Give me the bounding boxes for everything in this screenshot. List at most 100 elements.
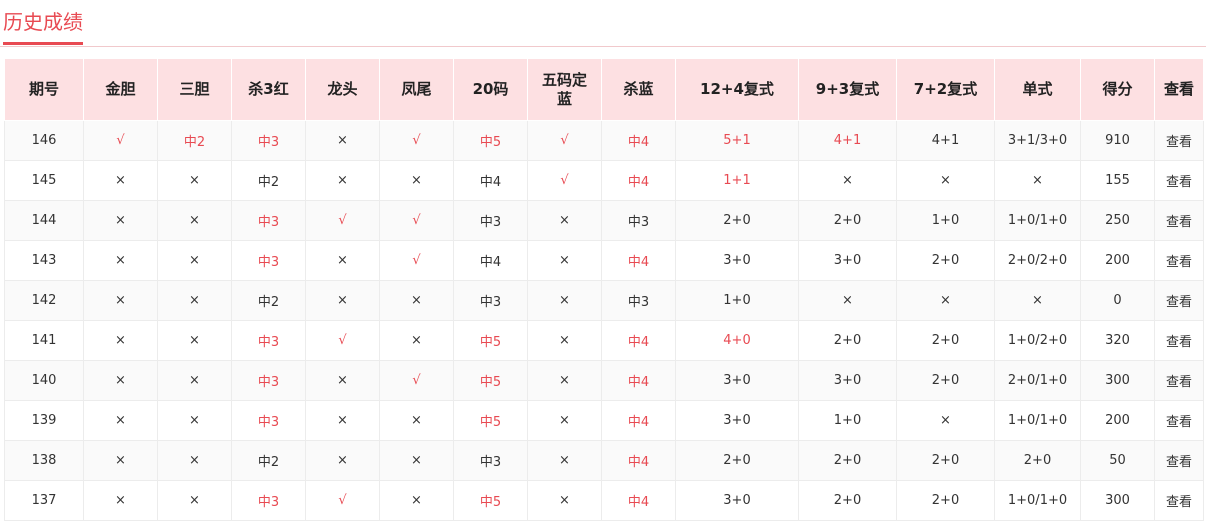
table-cell: × [305, 160, 380, 201]
column-header: 杀蓝 [601, 58, 676, 121]
table-cell: × [527, 400, 602, 441]
table-cell: 3+1/3+0 [994, 120, 1081, 161]
table-cell: 3+0 [675, 480, 799, 521]
table-cell: × [157, 480, 232, 521]
table-cell: × [379, 480, 454, 521]
table-cell: 中2 [231, 280, 306, 321]
view-link[interactable]: 查看 [1154, 280, 1204, 321]
table-cell: 中3 [231, 480, 306, 521]
table-row: 137 × × 中3 √ × 中5 × 中4 3+0 2+0 2+0 1+0/1+0 300 查看 [4, 480, 1204, 521]
table-cell: 320 [1080, 320, 1155, 361]
table-cell: × [305, 400, 380, 441]
table-cell: 中4 [601, 120, 676, 161]
table-cell: 中5 [453, 480, 528, 521]
table-cell: × [157, 320, 232, 361]
view-link[interactable]: 查看 [1154, 160, 1204, 201]
table-cell: 中4 [453, 240, 528, 281]
table-cell: 中3 [231, 400, 306, 441]
column-header: 凤尾 [379, 58, 454, 121]
table-cell: × [83, 480, 158, 521]
table-cell: √ [379, 360, 454, 401]
column-header: 9+3复式 [798, 58, 897, 121]
table-cell: 146 [4, 120, 84, 161]
table-cell: 1+1 [675, 160, 799, 201]
table-cell: × [83, 280, 158, 321]
table-cell: 3+0 [675, 240, 799, 281]
table-cell: √ [305, 480, 380, 521]
view-link[interactable]: 查看 [1154, 480, 1204, 521]
table-cell: 中4 [601, 320, 676, 361]
table-cell: × [305, 280, 380, 321]
view-link[interactable]: 查看 [1154, 240, 1204, 281]
table-cell: 中5 [453, 320, 528, 361]
view-link[interactable]: 查看 [1154, 360, 1204, 401]
table-cell: 1+0/1+0 [994, 200, 1081, 241]
table-cell: 300 [1080, 480, 1155, 521]
view-link[interactable]: 查看 [1154, 320, 1204, 361]
table-cell: √ [527, 120, 602, 161]
table-cell: 137 [4, 480, 84, 521]
table-cell: 中4 [601, 480, 676, 521]
table-cell: √ [379, 120, 454, 161]
table-cell: × [83, 200, 158, 241]
table-cell: 3+0 [798, 240, 897, 281]
table-cell: × [527, 440, 602, 481]
table-cell: × [157, 160, 232, 201]
table-cell: 2+0 [675, 440, 799, 481]
table-cell: 144 [4, 200, 84, 241]
table-cell: 2+0 [798, 480, 897, 521]
table-cell: × [527, 240, 602, 281]
table-row: 144 × × 中3 √ √ 中3 × 中3 2+0 2+0 1+0 1+0/1+0 250 查看 [4, 200, 1204, 241]
table-cell: 3+0 [675, 360, 799, 401]
table-cell: 中2 [231, 440, 306, 481]
table-cell: 中3 [601, 280, 676, 321]
table-cell: 中2 [231, 160, 306, 201]
view-link[interactable]: 查看 [1154, 200, 1204, 241]
table-cell: 1+0 [896, 200, 995, 241]
table-cell: 2+0/2+0 [994, 240, 1081, 281]
column-header: 得分 [1080, 58, 1155, 121]
column-header: 12+4复式 [675, 58, 799, 121]
table-cell: 4+1 [896, 120, 995, 161]
table-cell: × [157, 200, 232, 241]
column-header: 期号 [4, 58, 84, 121]
table-cell: 2+0 [675, 200, 799, 241]
table-cell: 1+0 [798, 400, 897, 441]
table-cell: 中4 [453, 160, 528, 201]
table-cell: × [798, 280, 897, 321]
table-row: 141 × × 中3 √ × 中5 × 中4 4+0 2+0 2+0 1+0/2+0 320 查看 [4, 320, 1204, 361]
table-header-row: 期号 金胆 三胆 杀3红 龙头 凤尾 20码 五码定蓝 杀蓝 12+4复式 9+… [4, 58, 1204, 121]
table-row: 143 × × 中3 × √ 中4 × 中4 3+0 3+0 2+0 2+0/2+0 200 查看 [4, 240, 1204, 281]
table-cell: × [83, 320, 158, 361]
table-cell: 2+0/1+0 [994, 360, 1081, 401]
section-header: 历史成绩 [0, 0, 1206, 47]
table-row: 138 × × 中2 × × 中3 × 中4 2+0 2+0 2+0 2+0 50 查看 [4, 440, 1204, 481]
table-cell: × [305, 120, 380, 161]
column-header: 20码 [453, 58, 528, 121]
table-cell: 2+0 [994, 440, 1081, 481]
table-cell: × [157, 400, 232, 441]
table-cell: 中3 [231, 360, 306, 401]
table-cell: × [305, 360, 380, 401]
table-cell: 5+1 [675, 120, 799, 161]
table-cell: 中2 [157, 120, 232, 161]
table-row: 140 × × 中3 × √ 中5 × 中4 3+0 3+0 2+0 2+0/1+0 300 查看 [4, 360, 1204, 401]
table-cell: 300 [1080, 360, 1155, 401]
table-cell: × [896, 160, 995, 201]
view-link[interactable]: 查看 [1154, 440, 1204, 481]
view-link[interactable]: 查看 [1154, 400, 1204, 441]
table-cell: 中4 [601, 440, 676, 481]
table-cell: 910 [1080, 120, 1155, 161]
view-link[interactable]: 查看 [1154, 120, 1204, 161]
table-cell: 142 [4, 280, 84, 321]
table-cell: × [379, 320, 454, 361]
column-header: 三胆 [157, 58, 232, 121]
table-cell: 4+1 [798, 120, 897, 161]
table-cell: 中5 [453, 400, 528, 441]
table-cell: 中4 [601, 160, 676, 201]
table-cell: × [157, 440, 232, 481]
table-cell: 1+0 [675, 280, 799, 321]
table-cell: √ [527, 160, 602, 201]
table-cell: × [305, 440, 380, 481]
table-cell: 143 [4, 240, 84, 281]
